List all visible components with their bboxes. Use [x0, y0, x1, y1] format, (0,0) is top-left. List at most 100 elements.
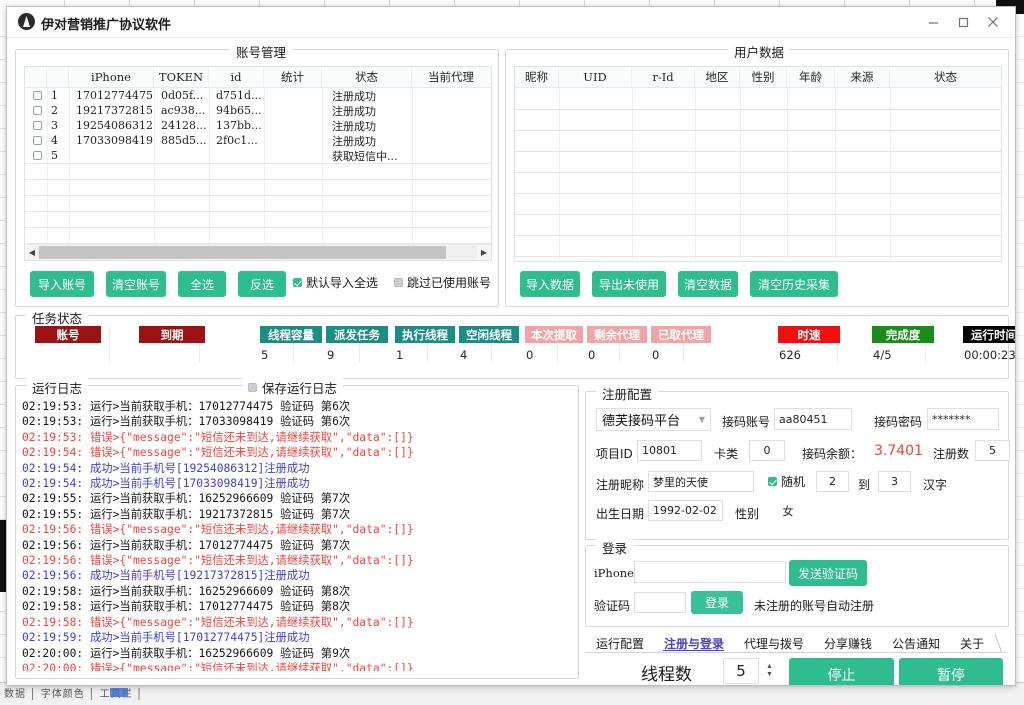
tab-3[interactable]: 代理与拨号: [733, 634, 813, 653]
user-col-6: 年龄: [787, 67, 835, 87]
stepper-down-icon[interactable]: ▼: [766, 671, 773, 679]
recv-account-label: 接码账号: [722, 413, 770, 430]
scroll-right-icon[interactable]: ▶: [477, 245, 491, 260]
checkbox-icon[interactable]: [33, 136, 42, 145]
checkbox-icon[interactable]: [33, 121, 42, 130]
checkbox-icon[interactable]: [33, 106, 42, 115]
user-data-title: 用户数据: [728, 42, 790, 61]
project-id-input[interactable]: 10801: [637, 440, 702, 461]
account-button-2[interactable]: 清空账号: [106, 271, 166, 297]
tab-1[interactable]: 运行配置: [585, 634, 653, 653]
scroll-left-icon[interactable]: ◀: [25, 245, 39, 260]
status-badge: 执行线程: [395, 326, 455, 343]
status-value: 1: [395, 348, 455, 362]
nickname-input[interactable]: 梦里的天使: [648, 471, 754, 492]
hscroll-track[interactable]: [39, 246, 477, 259]
log-line: 02:20:00: 运行>当前获取手机：16252966609 验证码 第9次: [22, 646, 568, 661]
cell-index: 4: [47, 133, 69, 148]
account-management-title: 账号管理: [230, 42, 292, 61]
account-table-hscrollbar[interactable]: ◀ ▶: [25, 244, 491, 260]
reg-count-input[interactable]: 5: [975, 440, 1010, 461]
log-output[interactable]: 02:19:53: 运行>当前获取手机：17012774475 验证码 第6次0…: [22, 399, 568, 671]
account-table-header: iPhone TOKEN id 统计 状态 当前代理: [25, 67, 491, 88]
cell-iphone: 19254086312: [69, 118, 154, 133]
status-separator: [109, 327, 110, 363]
title-bar: 伊对营销推广协议软件: [7, 7, 1015, 38]
user-col-8: 状态: [890, 67, 1001, 87]
cell-status: 注册成功: [322, 103, 412, 118]
row-checkbox[interactable]: [25, 133, 47, 148]
status-value: 9: [326, 348, 388, 362]
login-code-input[interactable]: [634, 592, 686, 613]
account-check-2[interactable]: 跳过已使用账号: [394, 274, 491, 291]
log-line: 02:19:58: 错误>{"message":"短信还未到达,请继续获取","…: [22, 615, 568, 630]
log-line: 02:20:00: 错误>{"message":"短信还未到达,请继续获取","…: [22, 661, 568, 671]
checkbox-icon[interactable]: [293, 278, 302, 287]
minimize-button[interactable]: [919, 11, 947, 33]
table-row[interactable]: 417033098419885d5...2f0c1...注册成功: [25, 133, 491, 148]
platform-select[interactable]: 德芙接码平台 ▼: [596, 408, 711, 431]
status-value: 00:00:23: [963, 348, 1016, 362]
hscroll-thumb[interactable]: [39, 246, 446, 259]
birthday-input[interactable]: 1992-02-02: [648, 500, 723, 521]
random-to-input[interactable]: 3: [878, 471, 911, 492]
random-checkbox[interactable]: 随机: [768, 473, 805, 490]
cell-stat: [264, 118, 322, 133]
random-from-input[interactable]: 2: [816, 471, 849, 492]
threads-input[interactable]: 5: [723, 658, 759, 684]
tab-label: 代理与拨号: [744, 635, 804, 652]
table-row[interactable]: 1170127744750d05f...d751d...注册成功: [25, 88, 491, 103]
table-row[interactable]: 5获取短信中...: [25, 148, 491, 163]
card-type-input[interactable]: 0: [749, 440, 785, 461]
table-row[interactable]: 219217372815ac938...94b65...注册成功: [25, 103, 491, 118]
user-button-1[interactable]: 导入数据: [520, 271, 580, 297]
login-phone-input[interactable]: [634, 561, 786, 583]
stepper-up-icon[interactable]: ▲: [766, 663, 773, 671]
user-button-4[interactable]: 清空历史采集: [750, 271, 838, 297]
tab-4[interactable]: 分享赚钱: [813, 634, 881, 653]
account-button-1[interactable]: 导入账号: [30, 271, 94, 297]
random-unit-label: 汉字: [923, 476, 947, 493]
recv-account-input[interactable]: aa80451: [774, 408, 852, 430]
account-check-1[interactable]: 默认导入全选: [293, 274, 378, 291]
save-log-checkbox[interactable]: 保存运行日志: [242, 378, 343, 397]
status-item-12: 运行时间00:00:23: [963, 326, 1016, 362]
account-buttons: 导入账号清空账号全选反选: [30, 271, 286, 297]
cell-token: 0d05f...: [154, 88, 209, 103]
account-management-group: 账号管理 iPhone TOKEN id 统计 状态 当前代理 117012: [15, 49, 499, 307]
user-button-2[interactable]: 导出未使用: [592, 271, 666, 297]
login-button[interactable]: 登录: [691, 591, 743, 614]
tab-6[interactable]: 关于: [949, 634, 993, 653]
table-row[interactable]: 31925408631224128...137bb...注册成功: [25, 118, 491, 133]
gender-value[interactable]: 女: [772, 500, 804, 521]
row-checkbox[interactable]: [25, 103, 47, 118]
tab-2[interactable]: 注册与登录: [653, 634, 733, 653]
tab-5[interactable]: 公告通知: [881, 634, 949, 653]
checkbox-icon[interactable]: [394, 278, 403, 287]
user-button-3[interactable]: 清空数据: [678, 271, 738, 297]
recv-password-input[interactable]: *******: [927, 408, 999, 430]
stop-button[interactable]: 停止: [789, 658, 894, 686]
threads-stepper[interactable]: ▲ ▼: [763, 659, 776, 683]
account-button-4[interactable]: 反选: [238, 271, 286, 297]
status-item-11: 完成度4/5: [872, 326, 934, 362]
checkbox-icon[interactable]: [33, 91, 42, 100]
random-check-icon[interactable]: [768, 477, 777, 486]
status-badge: 已取代理: [651, 326, 711, 343]
account-table[interactable]: iPhone TOKEN id 统计 状态 当前代理 1170127744750…: [24, 66, 492, 261]
user-col-4: 地区: [695, 67, 740, 87]
account-button-3[interactable]: 全选: [178, 271, 226, 297]
checkbox-icon[interactable]: [33, 151, 42, 160]
row-checkbox[interactable]: [25, 148, 47, 163]
close-button[interactable]: [979, 11, 1007, 33]
user-col-3: r-Id: [632, 67, 695, 87]
cell-status: 注册成功: [322, 88, 412, 103]
save-log-check-icon[interactable]: [248, 383, 257, 392]
send-code-button[interactable]: 发送验证码: [789, 560, 867, 586]
maximize-button[interactable]: [949, 11, 977, 33]
row-checkbox[interactable]: [25, 118, 47, 133]
row-checkbox[interactable]: [25, 88, 47, 103]
cell-index: 1: [47, 88, 69, 103]
user-table[interactable]: 昵称UIDr-Id地区性别年龄来源状态: [514, 66, 1002, 262]
pause-button[interactable]: 暂停: [899, 658, 1003, 686]
